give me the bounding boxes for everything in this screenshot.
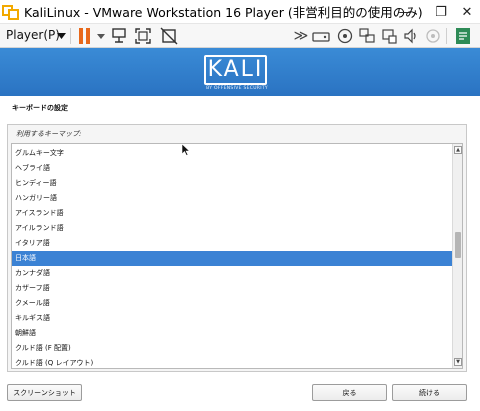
- page-title: キーボードの設定: [12, 104, 68, 112]
- sound-card-icon[interactable]: [402, 27, 420, 45]
- keymap-item[interactable]: グルムキー文字: [12, 146, 453, 161]
- window-title: KaliLinux - VMware Workstation 16 Player…: [24, 5, 423, 20]
- cd-dvd-icon[interactable]: [336, 27, 354, 45]
- minimize-button[interactable]: —: [390, 0, 420, 24]
- keymap-item[interactable]: ヒンディー語: [12, 176, 453, 191]
- keymap-panel: 利用するキーマップ: グルムキー文字 ヘブライ語 ヒンディー語 ハンガリー語 ア…: [7, 124, 467, 372]
- screenshot-button[interactable]: スクリーンショット: [7, 384, 82, 401]
- keymap-item-selected[interactable]: 日本語: [12, 251, 453, 266]
- vmware-toolbar: Player(P) ≫: [0, 24, 480, 48]
- usb-device-icon[interactable]: [380, 27, 398, 45]
- keymap-item[interactable]: ヘブライ語: [12, 161, 453, 176]
- player-menu-chevron-down-icon[interactable]: [52, 27, 70, 45]
- keymap-item[interactable]: 朝鮮語: [12, 326, 453, 341]
- keymap-item[interactable]: キルギス語: [12, 311, 453, 326]
- fit-guest-icon[interactable]: [134, 27, 152, 45]
- close-button[interactable]: ✕: [452, 0, 480, 24]
- scroll-down-icon[interactable]: ▼: [454, 358, 462, 366]
- display-settings-icon[interactable]: [424, 27, 442, 45]
- vmware-app-icon: [2, 3, 20, 21]
- kali-banner: KALI BY OFFENSIVE SECURITY: [0, 48, 480, 96]
- keymap-item[interactable]: クメール語: [12, 296, 453, 311]
- power-chevron-down-icon[interactable]: [92, 27, 110, 45]
- keymap-item[interactable]: アイスランド語: [12, 206, 453, 221]
- unity-mode-icon[interactable]: [160, 27, 178, 45]
- scrollbar-thumb[interactable]: [455, 232, 461, 258]
- notes-icon[interactable]: [454, 27, 472, 45]
- keymap-scrollbar[interactable]: ▲ ▼: [452, 144, 462, 368]
- keymap-item[interactable]: カザーフ語: [12, 281, 453, 296]
- fast-forward-icon[interactable]: ≫: [292, 27, 310, 45]
- keymap-item[interactable]: カンナダ語: [12, 266, 453, 281]
- scroll-up-icon[interactable]: ▲: [454, 146, 462, 154]
- keymap-item[interactable]: アイルランド語: [12, 221, 453, 236]
- keymap-item[interactable]: イタリア語: [12, 236, 453, 251]
- back-button[interactable]: 戻る: [312, 384, 387, 401]
- mouse-pointer-icon: [181, 141, 191, 160]
- keymap-item[interactable]: クルド語 (Q レイアウト): [12, 356, 453, 368]
- kali-logo-subtext: BY OFFENSIVE SECURITY: [206, 86, 268, 91]
- continue-button[interactable]: 続ける: [392, 384, 467, 401]
- keymap-listbox[interactable]: グルムキー文字 ヘブライ語 ヒンディー語 ハンガリー語 アイスランド語 アイルラ…: [11, 143, 463, 369]
- keymap-list-label: 利用するキーマップ:: [16, 130, 82, 138]
- window-titlebar: KaliLinux - VMware Workstation 16 Player…: [0, 0, 480, 24]
- keymap-item[interactable]: ハンガリー語: [12, 191, 453, 206]
- network-adapter-icon[interactable]: [358, 27, 376, 45]
- kali-logo: KALI: [204, 55, 267, 85]
- hard-disk-icon[interactable]: [312, 27, 330, 45]
- keymap-item[interactable]: クルド語 (F 配置): [12, 341, 453, 356]
- send-ctrl-alt-del-icon[interactable]: [110, 27, 128, 45]
